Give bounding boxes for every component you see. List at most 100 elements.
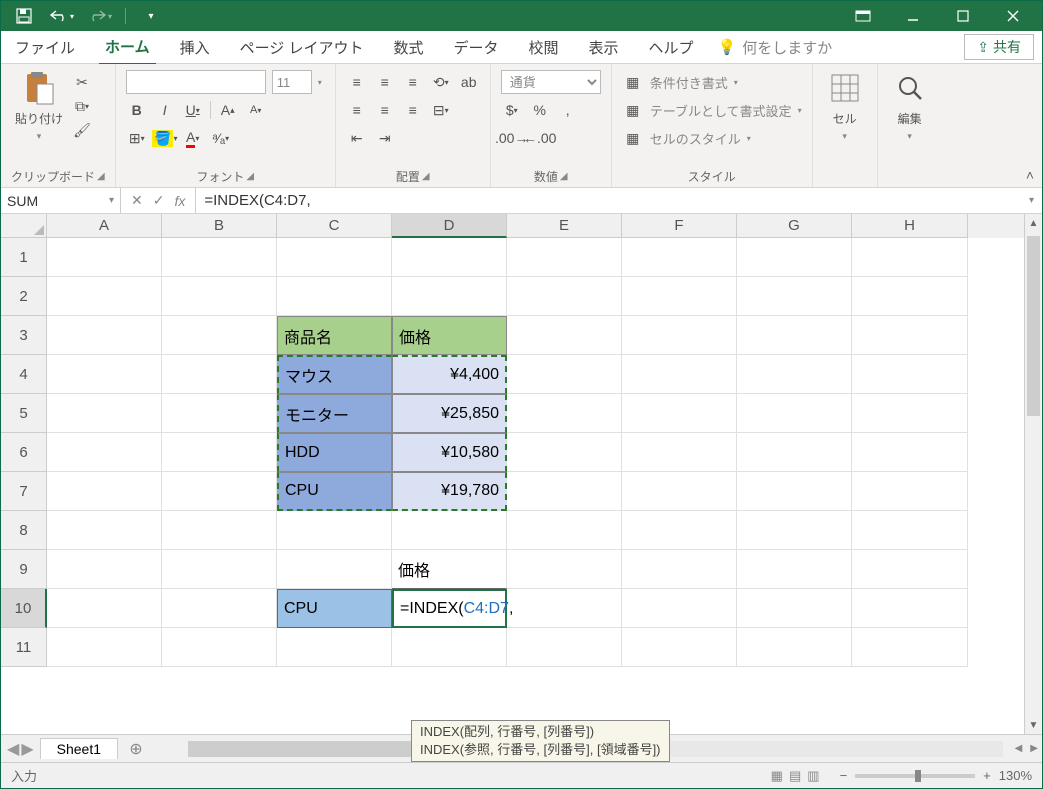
cell[interactable] (162, 394, 277, 433)
editing-button[interactable]: 編集▾ (888, 68, 932, 144)
cell[interactable] (47, 238, 162, 277)
share-button[interactable]: ⇪共有 (964, 34, 1034, 60)
col-header-g[interactable]: G (737, 214, 852, 238)
row-header-3[interactable]: 3 (1, 316, 47, 355)
cancel-formula-button[interactable]: ✕ (131, 192, 143, 209)
row-header-6[interactable]: 6 (1, 433, 47, 472)
cell[interactable] (392, 238, 507, 277)
col-header-f[interactable]: F (622, 214, 737, 238)
cell[interactable] (507, 433, 622, 472)
borders-button[interactable]: ⊞ ▾ (126, 127, 148, 149)
cell-d6[interactable]: ¥10,580 (392, 433, 507, 472)
cell[interactable] (162, 277, 277, 316)
cell[interactable] (622, 394, 737, 433)
cell[interactable] (737, 316, 852, 355)
number-format-combo[interactable]: 通貨 (501, 70, 601, 94)
maximize-button[interactable] (940, 1, 986, 31)
align-middle-button[interactable]: ≡ (374, 71, 396, 93)
copy-button[interactable]: ⧉ ▾ (71, 95, 93, 117)
cell[interactable] (507, 628, 622, 667)
orientation-button[interactable]: ⟲ ▾ (430, 71, 452, 93)
cell[interactable] (852, 316, 968, 355)
view-normal-button[interactable]: ▦ (771, 768, 783, 784)
cell[interactable] (622, 550, 737, 589)
cell[interactable] (47, 589, 162, 628)
row-header-10[interactable]: 10 (1, 589, 47, 628)
cell[interactable] (277, 628, 392, 667)
undo-button[interactable]: ▾ (45, 5, 79, 27)
tab-data[interactable]: データ (447, 31, 504, 64)
align-left-button[interactable]: ≡ (346, 99, 368, 121)
tab-help[interactable]: ヘルプ (643, 31, 700, 64)
cell[interactable] (852, 628, 968, 667)
cell[interactable] (737, 589, 852, 628)
scroll-thumb[interactable] (1027, 236, 1040, 416)
insert-function-button[interactable]: fx (174, 193, 185, 209)
cell-c7[interactable]: CPU (277, 472, 392, 511)
cell[interactable] (392, 628, 507, 667)
italic-button[interactable]: I (154, 99, 176, 121)
cell[interactable] (507, 589, 622, 628)
name-box[interactable]: SUM▾ (1, 188, 121, 213)
cell[interactable] (392, 511, 507, 550)
cell[interactable] (392, 277, 507, 316)
paste-button[interactable]: 貼り付け ▾ (11, 68, 67, 144)
sheet-nav-prev[interactable]: ◀ (7, 739, 19, 759)
cell[interactable] (507, 550, 622, 589)
cell[interactable] (507, 355, 622, 394)
wrap-text-button[interactable]: ab (458, 71, 480, 93)
conditional-format-button[interactable]: ▦条件付き書式 ▾ (622, 68, 802, 96)
cell[interactable] (47, 628, 162, 667)
cell[interactable] (852, 238, 968, 277)
phonetic-button[interactable]: ᵃ⁄ₐ ▾ (210, 127, 232, 149)
save-button[interactable] (7, 5, 41, 27)
cut-button[interactable]: ✂ (71, 71, 93, 93)
cell[interactable] (737, 433, 852, 472)
scroll-up-button[interactable]: ▲ (1025, 214, 1042, 232)
cell-d3[interactable]: 価格 (392, 316, 507, 355)
cell[interactable] (162, 589, 277, 628)
cell-styles-button[interactable]: ▦セルのスタイル ▾ (622, 124, 802, 152)
cell[interactable] (622, 238, 737, 277)
tab-page-layout[interactable]: ページ レイアウト (234, 31, 370, 64)
cell-c5[interactable]: モニター (277, 394, 392, 433)
tab-home[interactable]: ホーム (99, 30, 156, 65)
sheet-nav-next[interactable]: ▶ (21, 739, 33, 759)
row-header-7[interactable]: 7 (1, 472, 47, 511)
cells-button[interactable]: セル▾ (823, 68, 867, 144)
tell-me-search[interactable]: 💡 何をしますか (718, 37, 833, 58)
cell[interactable] (47, 316, 162, 355)
cell[interactable] (507, 277, 622, 316)
col-header-h[interactable]: H (852, 214, 968, 238)
cell[interactable] (162, 550, 277, 589)
ribbon-display-button[interactable] (840, 1, 886, 31)
add-sheet-button[interactable]: ⊕ (124, 737, 148, 761)
cell[interactable] (47, 394, 162, 433)
font-color-button[interactable]: A ▾ (182, 127, 204, 149)
cell[interactable] (507, 316, 622, 355)
cell[interactable] (737, 511, 852, 550)
cell[interactable] (47, 511, 162, 550)
cell[interactable] (507, 511, 622, 550)
zoom-level[interactable]: 130% (999, 768, 1032, 783)
tab-review[interactable]: 校閲 (523, 31, 565, 64)
collapse-ribbon-button[interactable]: ˄ (1026, 167, 1034, 183)
number-launcher[interactable]: ◢ (560, 171, 568, 182)
sheet-tab-sheet1[interactable]: Sheet1 (40, 738, 118, 759)
cell-c3[interactable]: 商品名 (277, 316, 392, 355)
cell[interactable] (162, 238, 277, 277)
row-header-5[interactable]: 5 (1, 394, 47, 433)
tab-view[interactable]: 表示 (583, 31, 625, 64)
cell-d7[interactable]: ¥19,780 (392, 472, 507, 511)
cell-c4[interactable]: マウス (277, 355, 392, 394)
col-header-b[interactable]: B (162, 214, 277, 238)
cell-c6[interactable]: HDD (277, 433, 392, 472)
row-header-11[interactable]: 11 (1, 628, 47, 667)
font-size-combo[interactable] (272, 70, 312, 94)
font-launcher[interactable]: ◢ (246, 171, 254, 182)
cell[interactable] (162, 355, 277, 394)
cell-d4[interactable]: ¥4,400 (392, 355, 507, 394)
cell[interactable] (852, 472, 968, 511)
cell[interactable] (507, 472, 622, 511)
align-center-button[interactable]: ≡ (374, 99, 396, 121)
